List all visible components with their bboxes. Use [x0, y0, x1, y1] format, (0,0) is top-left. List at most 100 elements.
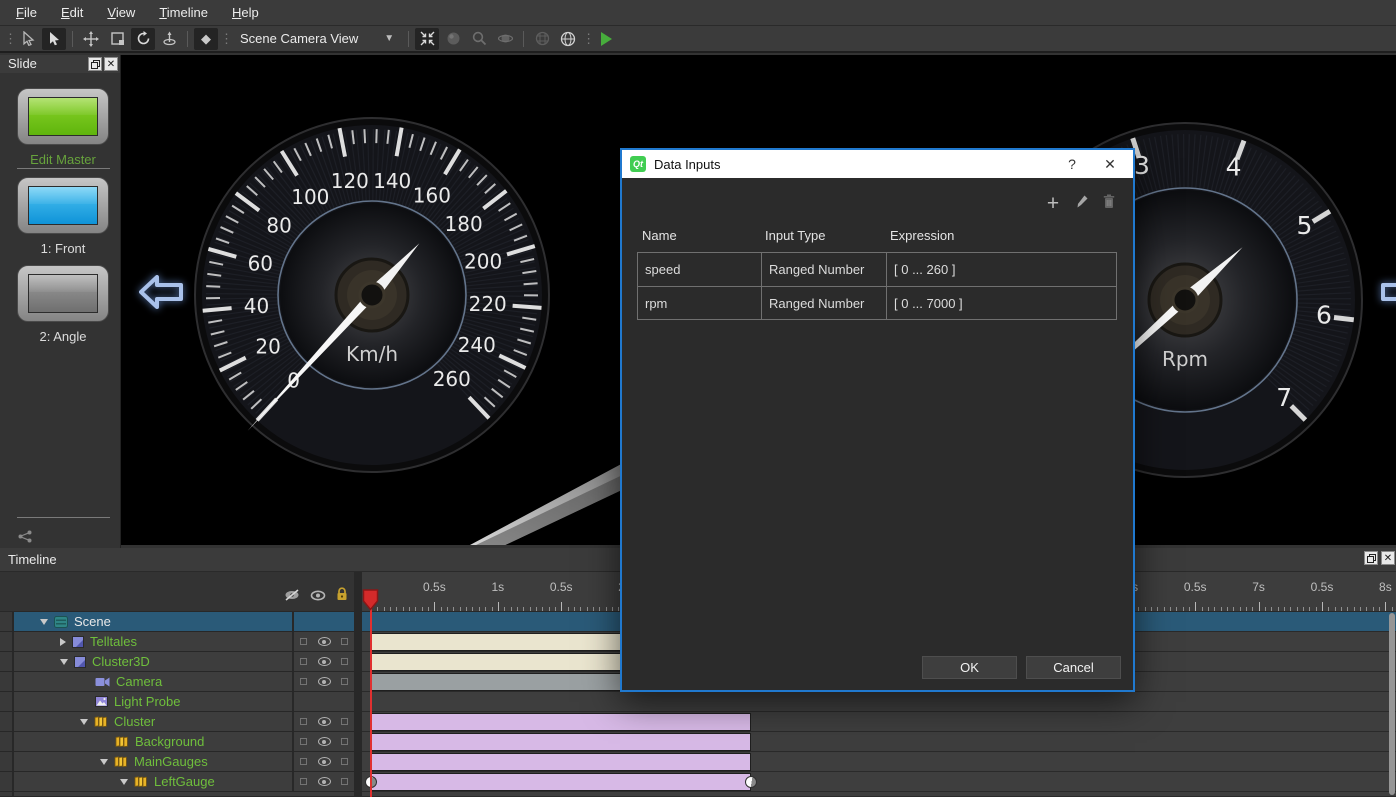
menu-file[interactable]: File	[4, 0, 49, 26]
visibility-toggle[interactable]	[318, 717, 331, 726]
menu-view[interactable]: View	[95, 0, 147, 26]
helper-grid-icon[interactable]	[530, 28, 554, 50]
timeline-track-light-probe[interactable]	[362, 692, 1396, 712]
row-label[interactable]: MainGauges	[134, 754, 208, 769]
rotate-tool-icon[interactable]	[131, 28, 155, 50]
select-group-tool-icon[interactable]	[42, 28, 66, 50]
close-panel-button[interactable]: ✕	[1381, 551, 1395, 565]
lock-toggle[interactable]	[341, 678, 348, 685]
row-label[interactable]: LeftGauge	[154, 774, 215, 789]
timeline-tree-row-scene[interactable]: Scene	[0, 612, 354, 632]
toolbar-grip-icon[interactable]: ⋮	[4, 31, 14, 47]
timeline-tree-row-leftgauge[interactable]: LeftGauge	[0, 772, 354, 792]
add-data-input-button[interactable]: +	[1044, 195, 1062, 213]
lock-toggle[interactable]	[341, 738, 348, 745]
shy-toggle-icon[interactable]	[284, 588, 300, 606]
row-label[interactable]: Background	[135, 734, 204, 749]
shading-mode-icon[interactable]	[441, 28, 465, 50]
expander-icon[interactable]	[40, 619, 48, 625]
visibility-toggle[interactable]	[318, 657, 331, 666]
visibility-toggle[interactable]	[318, 757, 331, 766]
timeline-track-background[interactable]	[362, 732, 1396, 752]
ok-button[interactable]: OK	[922, 656, 1017, 679]
playhead-handle[interactable]	[362, 589, 379, 611]
timeline-tree-row-light-probe[interactable]: Light Probe	[0, 692, 354, 712]
menu-edit[interactable]: Edit	[49, 0, 95, 26]
row-label[interactable]: Cluster	[114, 714, 155, 729]
timeline-track-maingauges[interactable]	[362, 752, 1396, 772]
row-label[interactable]: Camera	[116, 674, 162, 689]
zoom-tool-icon[interactable]	[467, 28, 491, 50]
timeline-track-leftgauge[interactable]	[362, 772, 1396, 792]
playhead-line[interactable]	[370, 591, 372, 797]
shy-toggle[interactable]	[300, 758, 307, 765]
local-global-axis-icon[interactable]	[157, 28, 181, 50]
time-bar[interactable]	[371, 773, 751, 791]
time-bar[interactable]	[371, 713, 751, 731]
delete-data-input-button[interactable]	[1103, 194, 1115, 214]
time-bar[interactable]	[371, 733, 751, 751]
orbit-camera-icon[interactable]	[493, 28, 517, 50]
dialog-close-button[interactable]: ✕	[1095, 150, 1125, 178]
close-panel-button[interactable]: ✕	[104, 57, 118, 71]
float-panel-button[interactable]	[1364, 551, 1378, 565]
camera-view-select[interactable]: Scene Camera View ▼	[232, 28, 402, 50]
share-icon[interactable]	[18, 530, 32, 548]
move-tool-icon[interactable]	[79, 28, 103, 50]
lock-toggle[interactable]	[341, 758, 348, 765]
time-bar[interactable]	[371, 753, 751, 771]
shy-toggle[interactable]	[300, 658, 307, 665]
float-panel-button[interactable]	[88, 57, 102, 71]
menu-timeline[interactable]: Timeline	[147, 0, 220, 26]
timeline-splitter[interactable]	[354, 572, 362, 797]
row-label[interactable]: Light Probe	[114, 694, 181, 709]
shy-toggle[interactable]	[300, 778, 307, 785]
speedometer-gauge[interactable]: 020406080100120140160180200220240260Km/h	[182, 105, 562, 485]
dialog-help-button[interactable]: ?	[1057, 150, 1087, 178]
toolbar-grip-icon[interactable]: ⋮	[220, 31, 230, 47]
expander-icon[interactable]	[80, 719, 88, 725]
cancel-button[interactable]: Cancel	[1026, 656, 1121, 679]
preview-play-button[interactable]	[594, 28, 618, 50]
autokeyframe-icon[interactable]: ◆	[194, 28, 218, 50]
timeline-tree-row-cluster[interactable]: Cluster	[0, 712, 354, 732]
visibility-toggle[interactable]	[318, 637, 331, 646]
lock-icon[interactable]	[336, 587, 348, 606]
lock-toggle[interactable]	[341, 718, 348, 725]
expander-icon[interactable]	[60, 638, 66, 646]
visibility-eye-icon[interactable]	[310, 588, 326, 606]
lock-toggle[interactable]	[341, 778, 348, 785]
expander-icon[interactable]	[60, 659, 68, 665]
visibility-toggle[interactable]	[318, 777, 331, 786]
shy-toggle[interactable]	[300, 718, 307, 725]
slide-2-angle[interactable]: 2: Angle	[17, 265, 109, 344]
visibility-toggle[interactable]	[318, 737, 331, 746]
dialog-title-bar[interactable]: Qt Data Inputs ? ✕	[622, 150, 1133, 178]
timeline-tree-row-background[interactable]: Background	[0, 732, 354, 752]
row-label[interactable]: Scene	[74, 614, 111, 629]
shy-toggle[interactable]	[300, 638, 307, 645]
visibility-toggle[interactable]	[318, 677, 331, 686]
keyframe-marker[interactable]	[745, 776, 757, 788]
scale-tool-icon[interactable]	[105, 28, 129, 50]
wireframe-globe-icon[interactable]	[556, 28, 580, 50]
fit-selected-icon[interactable]	[415, 28, 439, 50]
menu-help[interactable]: Help	[220, 0, 271, 26]
shy-toggle[interactable]	[300, 738, 307, 745]
expander-icon[interactable]	[120, 779, 128, 785]
row-label[interactable]: Cluster3D	[92, 654, 150, 669]
edit-data-input-button[interactable]	[1076, 194, 1089, 214]
lock-toggle[interactable]	[341, 658, 348, 665]
toolbar-grip-icon[interactable]: ⋮	[582, 31, 592, 47]
timeline-track-cluster[interactable]	[362, 712, 1396, 732]
expander-icon[interactable]	[100, 759, 108, 765]
slide-edit-master[interactable]: Edit Master	[17, 88, 109, 167]
shy-toggle[interactable]	[300, 678, 307, 685]
timeline-scrollbar[interactable]	[1389, 613, 1395, 795]
slide-1-front[interactable]: 1: Front	[17, 177, 109, 256]
timeline-tree-row-maingauges[interactable]: MainGauges	[0, 752, 354, 772]
select-item-tool-icon[interactable]	[16, 28, 40, 50]
table-row-rpm[interactable]: rpm Ranged Number [ 0 ... 7000 ]	[638, 286, 1116, 319]
table-row-speed[interactable]: speed Ranged Number [ 0 ... 260 ]	[638, 253, 1116, 286]
lock-toggle[interactable]	[341, 638, 348, 645]
